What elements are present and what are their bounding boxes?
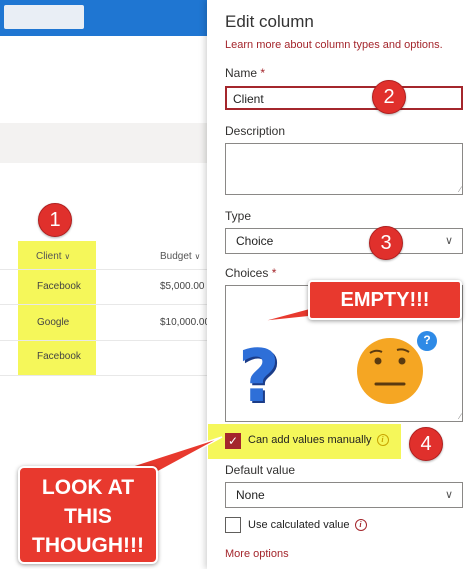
annotation-badge-2: 2 <box>372 80 406 114</box>
callout-line: THIS <box>64 505 112 528</box>
callout-line: LOOK AT <box>41 476 135 499</box>
annotation-badge-1: 1 <box>38 203 72 237</box>
default-value-dropdown-value: None <box>236 488 265 502</box>
column-header-label: Budget <box>160 251 192 262</box>
question-mark-icon: ? <box>238 334 280 418</box>
use-calculated-checkbox[interactable] <box>225 517 241 533</box>
more-options-link[interactable]: More options <box>225 548 289 560</box>
callout-line: THOUGH!!! <box>32 534 144 557</box>
table-row-client: Facebook <box>37 281 81 292</box>
type-dropdown[interactable]: Choice ∨ <box>225 228 463 254</box>
chevron-down-icon: ∨ <box>444 489 453 501</box>
annotation-badge-4: 4 <box>409 427 443 461</box>
face-question-text: ? <box>423 333 431 347</box>
table-row-budget: $5,000.00 <box>160 281 205 292</box>
can-add-label-text: Can add values manually <box>248 434 372 446</box>
command-band <box>0 123 207 163</box>
type-dropdown-value: Choice <box>236 234 274 248</box>
use-calculated-label-text: Use calculated value <box>248 519 350 531</box>
resize-grip-icon: ∕ <box>459 185 461 194</box>
name-field-value: Client <box>233 92 264 106</box>
top-bar <box>0 0 207 36</box>
callout-empty: EMPTY!!! <box>308 280 462 320</box>
row-divider <box>0 375 207 376</box>
column-header-client[interactable]: Client ∨ <box>36 251 70 262</box>
chevron-down-icon: ∨ <box>444 235 453 247</box>
callout-look-at-this: LOOK AT THIS THOUGH!!! <box>18 466 158 564</box>
choices-label-text: Choices <box>225 266 269 280</box>
default-value-label: Default value <box>225 463 296 477</box>
description-label: Description <box>225 124 286 138</box>
row-divider <box>0 269 207 270</box>
annotation-badge-3: 3 <box>369 226 403 260</box>
name-field[interactable]: Client <box>225 86 463 110</box>
use-calculated-label: Use calculated value i <box>248 519 367 532</box>
default-value-dropdown[interactable]: None ∨ <box>225 482 463 508</box>
info-icon[interactable]: i <box>376 434 389 447</box>
checkmark-icon: ✓ <box>227 434 239 448</box>
column-header-label: Client <box>36 251 62 262</box>
name-label: Name * <box>225 66 265 80</box>
chevron-down-icon: ∨ <box>194 252 201 261</box>
type-label: Type <box>225 209 252 223</box>
resize-grip-icon: ∕ <box>459 412 461 421</box>
column-header-budget[interactable]: Budget ∨ <box>160 251 200 262</box>
table-row-client: Google <box>37 317 70 328</box>
row-divider <box>0 304 207 305</box>
name-label-text: Name <box>225 66 258 80</box>
can-add-checkbox[interactable]: ✓ <box>225 433 241 449</box>
table-row-client: Facebook <box>37 351 81 362</box>
search-box[interactable] <box>4 5 84 29</box>
required-asterisk: * <box>271 266 277 280</box>
chevron-down-icon: ∨ <box>64 252 71 261</box>
info-icon[interactable]: i <box>354 519 367 532</box>
required-asterisk: * <box>260 66 266 80</box>
can-add-label: Can add values manually i <box>248 434 389 447</box>
panel-title: Edit column <box>225 12 314 31</box>
description-field[interactable]: ∕ <box>225 143 463 195</box>
choices-label: Choices * <box>225 266 276 280</box>
learn-more-link[interactable]: Learn more about column types and option… <box>225 39 443 51</box>
row-divider <box>0 340 207 341</box>
table-row-budget: $10,000.00 <box>160 317 211 328</box>
